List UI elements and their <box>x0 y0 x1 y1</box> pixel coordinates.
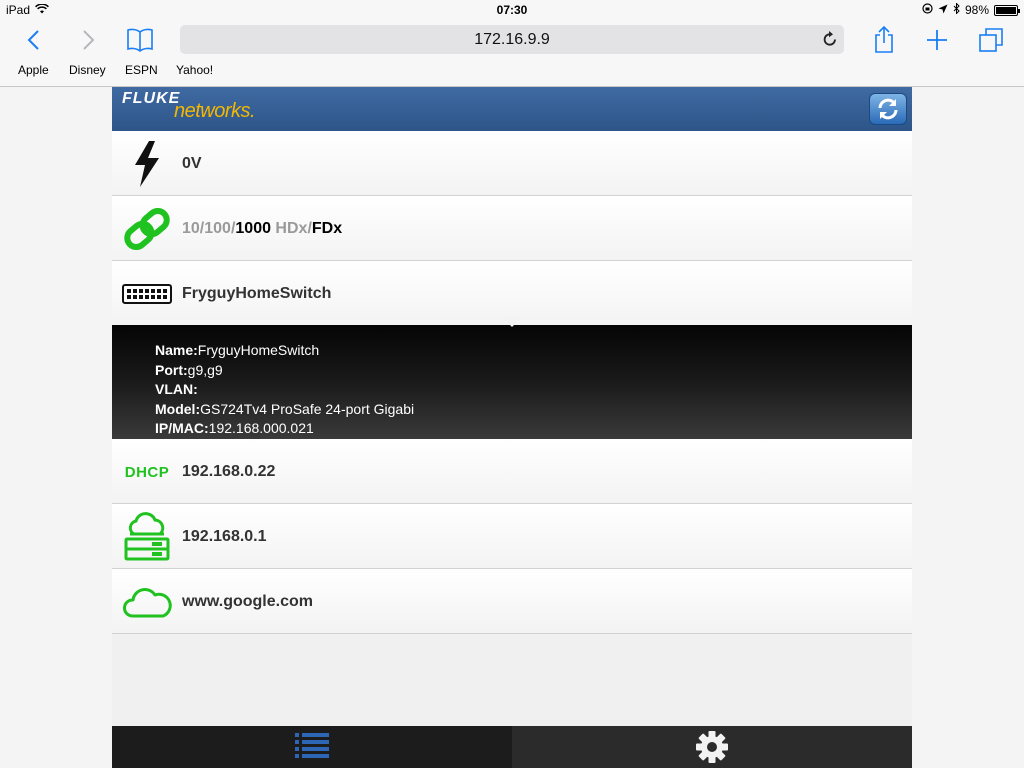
list-icon <box>295 733 329 758</box>
new-tab-button[interactable] <box>923 26 951 54</box>
logo-networks: networks. <box>174 100 256 122</box>
lightning-icon <box>120 139 174 189</box>
status-right: 98% <box>922 2 1020 17</box>
reload-button[interactable] <box>822 30 838 53</box>
speed-1000: 1000 <box>235 219 271 237</box>
dhcp-ip: 192.168.0.22 <box>182 462 276 480</box>
battery-icon <box>994 4 1020 16</box>
plus-icon <box>927 30 947 50</box>
gateway-row[interactable]: 192.168.0.1 <box>112 504 912 569</box>
voltage-value: 0V <box>182 154 202 172</box>
dhcp-label: DHCP <box>124 463 170 481</box>
gateway-router-icon <box>120 512 174 562</box>
dhcp-row[interactable]: DHCP 192.168.0.22 <box>112 439 912 504</box>
voltage-row[interactable]: 0V <box>112 131 912 196</box>
battery-percent: 98% <box>964 3 989 17</box>
battery-fill <box>996 6 1016 14</box>
browser-toolbar: 172.16.9.9 Apple Disney ESPN Yahoo! <box>0 20 1024 87</box>
duplex-full: FDx <box>311 219 343 237</box>
tabs-button[interactable] <box>977 26 1005 54</box>
status-time: 07:30 <box>496 3 528 17</box>
detail-pointer <box>502 317 522 327</box>
share-button[interactable] <box>870 26 898 54</box>
url-text: 172.16.9.9 <box>474 30 550 48</box>
bookmark-espn[interactable]: ESPN <box>125 63 158 77</box>
status-bar: iPad 07:30 98% <box>0 0 1024 20</box>
bluetooth-icon <box>953 2 960 17</box>
speed-100: 100/ <box>204 219 236 237</box>
gear-icon <box>696 731 728 763</box>
dhcp-icon: DHCP <box>120 447 174 497</box>
app-header: FLUKE networks. <box>112 87 912 131</box>
link-speed: 10/100/1000 HDx/FDx <box>182 196 342 261</box>
chain-link-icon <box>120 204 174 254</box>
logo-fluke: FLUKE <box>122 90 181 107</box>
switch-details-panel: Name:FryguyHomeSwitch Port:g9,g9 VLAN: M… <box>112 317 912 439</box>
duplex-half: HDx/ <box>270 219 312 237</box>
bookmark-disney[interactable]: Disney <box>69 63 106 77</box>
speed-10: 10/ <box>182 219 205 237</box>
empty-area <box>112 635 912 726</box>
book-icon <box>127 28 153 52</box>
internet-row[interactable]: www.google.com <box>112 569 912 634</box>
detail-lines: Name:FryguyHomeSwitch Port:g9,g9 VLAN: M… <box>155 341 414 439</box>
tab-settings[interactable] <box>512 726 912 768</box>
link-row[interactable]: 10/100/1000 HDx/FDx <box>112 196 912 261</box>
refresh-button[interactable] <box>869 93 907 125</box>
internet-host: www.google.com <box>182 592 313 610</box>
detail-vlan: VLAN: <box>155 381 198 397</box>
chevron-right-icon <box>83 30 95 50</box>
switch-name: FryguyHomeSwitch <box>182 284 332 302</box>
bookmarks-button[interactable] <box>125 26 155 54</box>
detail-port: Port:g9,g9 <box>155 361 223 378</box>
cloud-icon <box>120 577 174 627</box>
bookmark-apple[interactable]: Apple <box>18 63 49 77</box>
bookmark-yahoo[interactable]: Yahoo! <box>176 63 213 77</box>
back-button[interactable] <box>20 26 48 54</box>
detail-ipmac: IP/MAC:192.168.000.021 <box>155 420 314 436</box>
share-icon <box>875 26 893 53</box>
detail-name: Name:FryguyHomeSwitch <box>155 342 320 358</box>
forward-button[interactable] <box>74 26 102 54</box>
gateway-ip: 192.168.0.1 <box>182 527 267 545</box>
url-bar[interactable]: 172.16.9.9 <box>180 25 844 54</box>
orientation-lock-icon <box>922 3 933 17</box>
linkrunner-app: FLUKE networks. 0V 10/100/1000 HDx/FDx F… <box>112 87 912 768</box>
chevron-left-icon <box>27 30 39 50</box>
reload-icon <box>823 31 836 46</box>
switch-icon <box>120 269 174 319</box>
refresh-icon <box>878 98 898 120</box>
location-icon <box>938 3 948 17</box>
detail-model: Model:GS724Tv4 ProSafe 24-port Gigabi <box>155 400 415 417</box>
tab-results[interactable] <box>112 726 512 768</box>
bottom-tab-bar <box>112 726 912 768</box>
tabs-icon <box>979 28 1003 52</box>
